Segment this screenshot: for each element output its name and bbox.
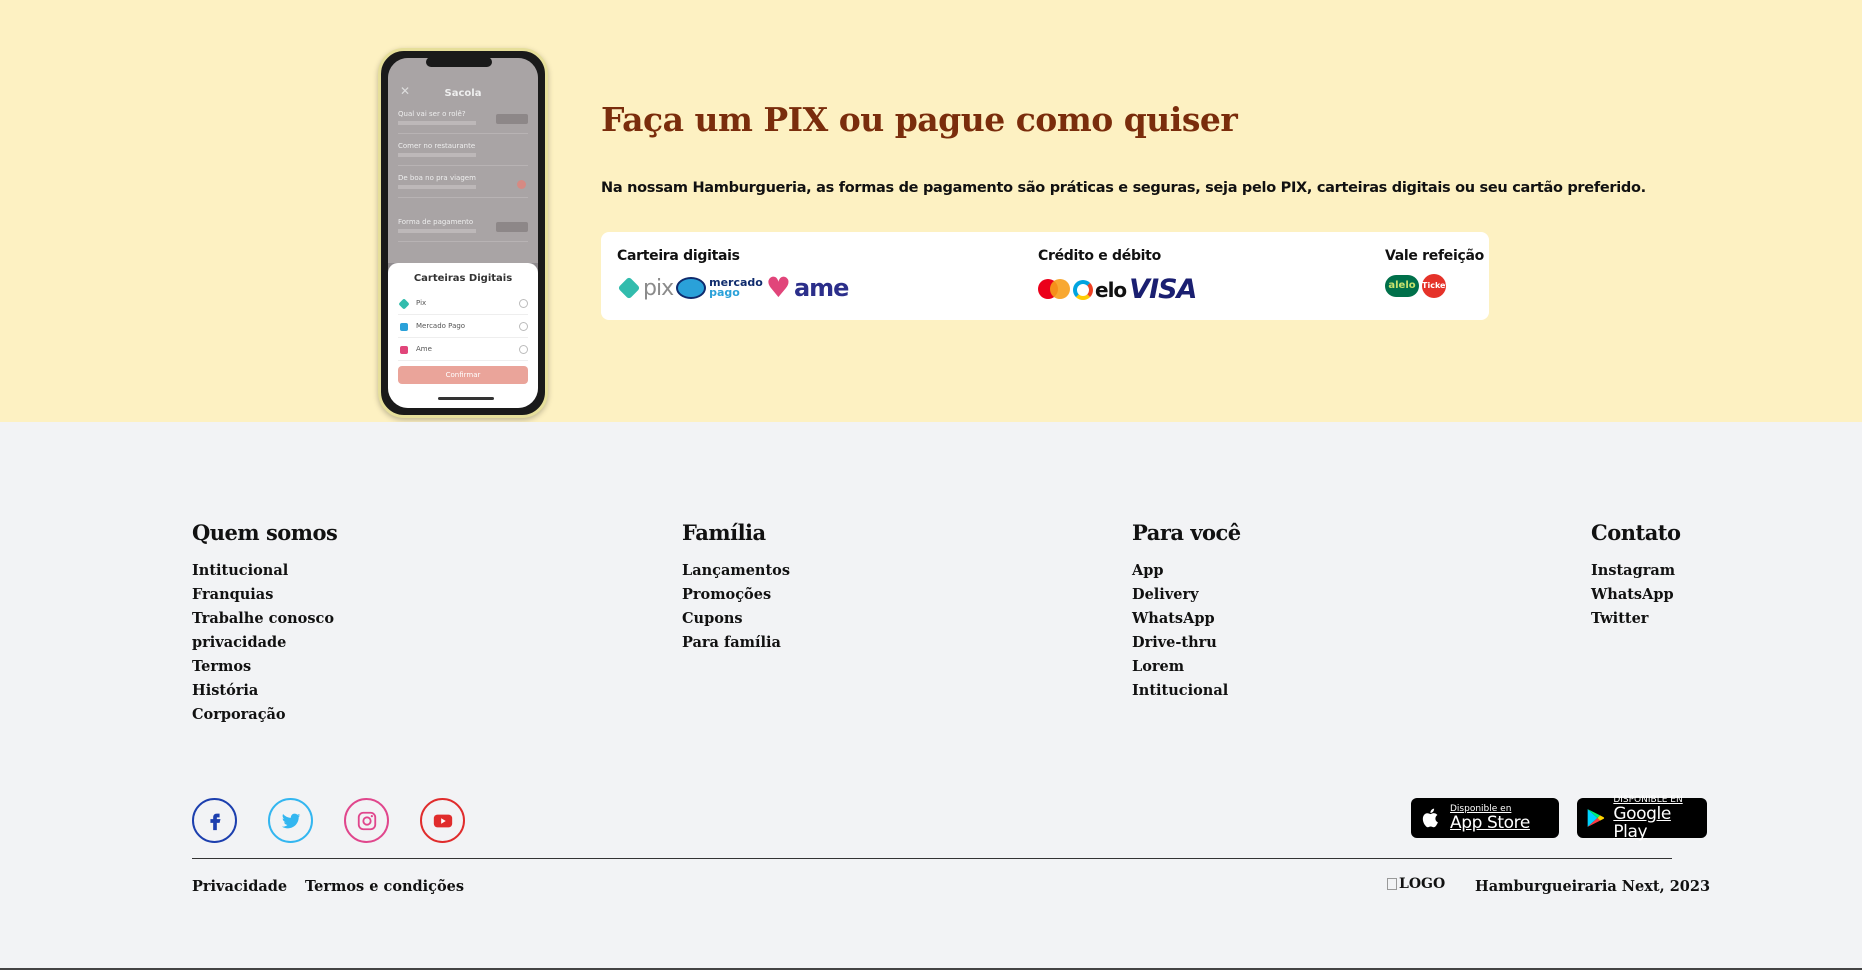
footer-link[interactable]: Trabalhe conosco [192,607,337,631]
payment-section: ✕ Sacola Qual vai ser o rolê? Comer no r… [0,0,1862,422]
apple-icon [1422,808,1438,828]
app-store-badges: Disponible en App Store DISPONIBLE EN Goog… [1411,795,1707,841]
footer-column-quem-somos: Quem somos Intitucional Franquias Trabal… [192,520,338,727]
google-play-badge[interactable]: DISPONIBLE EN Google Play [1577,795,1707,841]
phone-notch [426,57,492,67]
ticket-logo: Ticket [1422,274,1449,298]
copyright: Hamburgueiraria Next, 2023 [1475,878,1711,895]
payment-group-label: Vale refeição [1385,248,1484,264]
footer-column-familia: Família Lançamentos Promoções Cupons Par… [682,520,790,655]
twitter-icon[interactable] [268,798,313,843]
footer-column-contato: Contato Instagram WhatsApp Twitter [1591,520,1681,631]
phone-wallet-sheet: Carteiras Digitais Pix Mercado Pago Ame … [388,263,538,408]
payment-group-label: Carteira digitais [617,248,740,264]
footer-link[interactable]: privacidade [192,631,337,655]
footer-column-title: Para você [1132,520,1241,545]
youtube-icon[interactable] [420,798,465,843]
footer-link[interactable]: Delivery [1132,583,1241,607]
phone-row: De boa no pra viagem [398,174,528,198]
elo-logo: elo [1073,278,1127,302]
mercado-pago-logo: mercado pago [676,277,763,299]
phone-row: Forma de pagamento [398,218,528,242]
payment-group-meal-voucher: Vale refeição alelo Ticket [1385,248,1484,298]
footer-link[interactable]: WhatsApp [1132,607,1241,631]
footer-link[interactable]: Franquias [192,583,337,607]
phone-home-bar [438,397,494,400]
phone-option-ame: Ame [398,338,528,361]
terms-link[interactable]: Termos e condições [305,878,464,895]
social-links [192,798,465,843]
facebook-icon[interactable] [192,798,237,843]
footer: Quem somos Intitucional Franquias Trabal… [0,422,1862,970]
footer-link[interactable]: Intitucional [192,559,337,583]
phone-mockup-image: ✕ Sacola Qual vai ser o rolê? Comer no r… [378,48,548,418]
payment-group-label: Crédito e débito [1038,248,1161,264]
footer-link[interactable]: Twitter [1591,607,1681,631]
ame-logo: ♥ ame [765,271,850,304]
payment-title: Faça um PIX ou pague como quiser [601,100,1238,139]
footer-link[interactable]: WhatsApp [1591,583,1681,607]
footer-column-title: Família [682,520,766,545]
phone-screen: ✕ Sacola Qual vai ser o rolê? Comer no r… [388,58,538,408]
alelo-logo: alelo [1385,275,1419,297]
footer-column-title: Contato [1591,520,1681,545]
footer-link[interactable]: Para família [682,631,790,655]
visa-logo: VISA [1129,274,1197,305]
payment-group-credit-debit: Crédito e débito elo VISA [1038,248,1197,305]
footer-column-title: Quem somos [192,520,338,545]
app-store-badge[interactable]: Disponible en App Store [1411,798,1559,838]
phone-option-pix: Pix [398,292,528,315]
phone-confirm-button: Confirmar [398,366,528,384]
phone-row: Qual vai ser o rolê? [398,110,528,134]
footer-link[interactable]: Corporação [192,703,337,727]
phone-row: Comer no restaurante [398,142,528,166]
mastercard-logo [1038,278,1070,301]
google-play-icon [1587,809,1605,827]
footer-column-para-voce: Para você App Delivery WhatsApp Drive-th… [1132,520,1241,703]
phone-sheet-title: Carteiras Digitais [413,273,513,284]
phone-bag-background: ✕ Sacola Qual vai ser o rolê? Comer no r… [388,58,538,263]
footer-divider [192,858,1672,859]
footer-link[interactable]: Instagram [1591,559,1681,583]
footer-link[interactable]: Promoções [682,583,790,607]
phone-option-mercado-pago: Mercado Pago [398,315,528,338]
phone-header: Sacola [444,88,482,99]
footer-link[interactable]: Cupons [682,607,790,631]
footer-link[interactable]: Drive-thru [1132,631,1241,655]
pix-logo: pix [617,276,674,301]
payment-description: Na nossam Hamburgueria, as formas de pag… [601,180,1646,196]
footer-link[interactable]: App [1132,559,1241,583]
footer-logo: LOGO [1387,876,1445,892]
payment-group-digital-wallets: Carteira digitais pix mercado pago ♥ ame [617,248,850,304]
footer-link[interactable]: História [192,679,337,703]
privacy-link[interactable]: Privacidade [192,878,287,895]
broken-image-icon [1387,878,1397,890]
footer-link[interactable]: Termos [192,655,337,679]
footer-link[interactable]: Lançamentos [682,559,790,583]
footer-link[interactable]: Lorem [1132,655,1241,679]
instagram-icon[interactable] [344,798,389,843]
footer-link[interactable]: Intitucional [1132,679,1241,703]
payment-methods-card: Carteira digitais pix mercado pago ♥ ame C… [601,232,1489,320]
